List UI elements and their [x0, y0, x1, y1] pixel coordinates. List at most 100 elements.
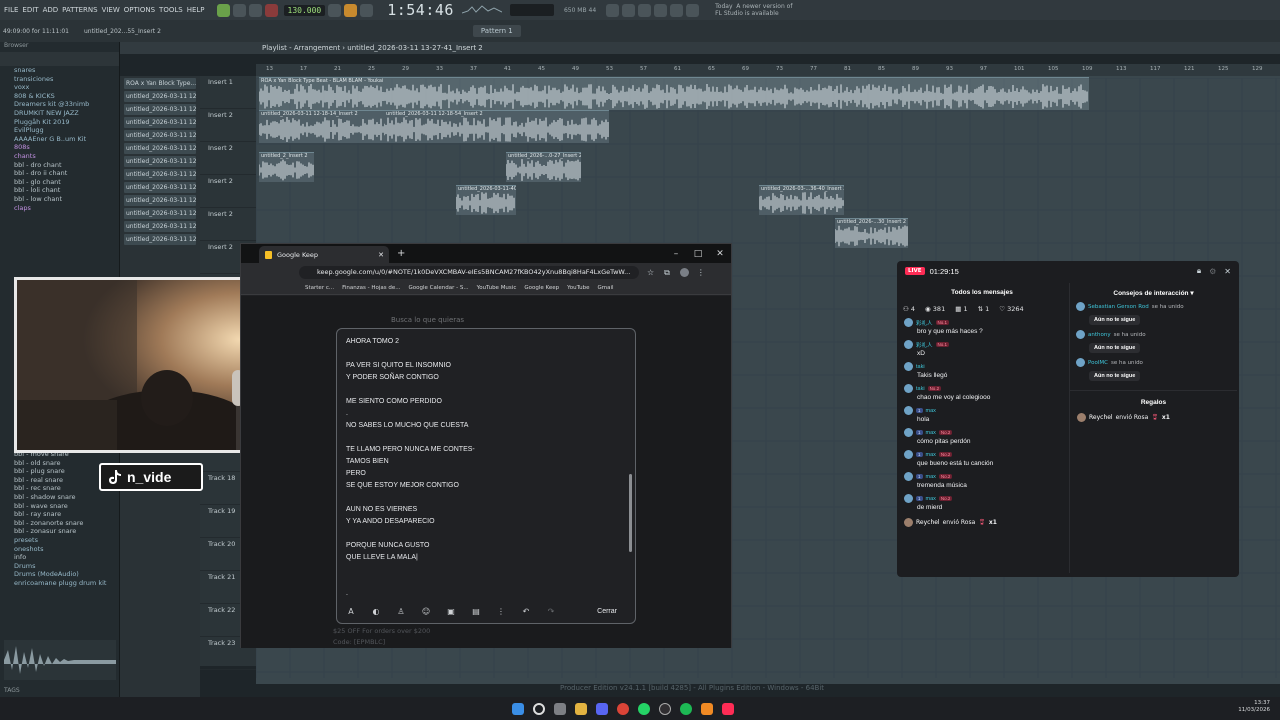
- pattern-item[interactable]: untitled_2026-03-11 12-...: [124, 208, 196, 219]
- file-explorer-icon[interactable]: [575, 702, 587, 715]
- channel-rack-icon[interactable]: [622, 3, 636, 17]
- chat-username[interactable]: max: [926, 474, 936, 480]
- vocal-clip-7[interactable]: untitled_2026-...30_Insert 2: [834, 218, 908, 248]
- bookmark-item[interactable]: Finanzas - Hojas de...: [342, 285, 400, 291]
- settings-icon[interactable]: ⚙: [1209, 267, 1216, 276]
- redo-icon[interactable]: ↷: [545, 607, 557, 616]
- keep-search-input[interactable]: Busca lo que quieras: [391, 316, 464, 324]
- add-image-icon[interactable]: ▣: [445, 607, 457, 616]
- pattern-item[interactable]: untitled_2026-03-11 12-...: [124, 156, 196, 167]
- browser-folder[interactable]: EvilPlugg: [14, 126, 119, 135]
- whatsapp-icon[interactable]: [638, 702, 650, 715]
- browser-folder[interactable]: presets: [14, 536, 120, 545]
- piano-roll-icon[interactable]: [638, 3, 652, 17]
- avatar[interactable]: [904, 494, 913, 503]
- close-panel-icon[interactable]: ✕: [1224, 267, 1231, 276]
- collaborator-icon[interactable]: ☺: [420, 607, 432, 616]
- tempo-display[interactable]: 130.000: [283, 4, 326, 16]
- menu-item-file[interactable]: FILE: [4, 6, 18, 14]
- chat-username[interactable]: 彩礼人: [916, 341, 933, 349]
- vocal-clip-1[interactable]: untitled_2026-03-11 12-18-14_Insert 2: [258, 110, 384, 143]
- browser-folder[interactable]: oneshots: [14, 545, 120, 554]
- note-body-text[interactable]: AHORA TOMO 2 PA VER SI QUITO EL INSOMNIO Y…: [346, 336, 626, 597]
- timeline-ruler[interactable]: 13 17 21 25 29 33 37 41 45 49 53 57 61 65 69 73 77 81 85 89…: [256, 64, 1280, 76]
- play-button[interactable]: [232, 3, 246, 17]
- pattern-song-toggle[interactable]: [216, 3, 230, 17]
- browser-file[interactable]: bbl - wave snare: [14, 502, 120, 511]
- chat-message[interactable]: taki No.2 chao me voy al colegiooo: [897, 384, 1067, 401]
- browser-folder[interactable]: AAAAEner G B..um Kit: [14, 135, 119, 144]
- spotify-icon[interactable]: [680, 702, 692, 715]
- browser-folder[interactable]: 808 & KICKS: [14, 92, 119, 101]
- track-header[interactable]: Insert 2: [200, 175, 256, 208]
- chat-username[interactable]: max: [926, 408, 936, 414]
- reminder-icon[interactable]: ♙: [395, 607, 407, 616]
- chevron-down-icon[interactable]: ▾: [1190, 290, 1193, 297]
- vocal-clip-4[interactable]: untitled_2026-...0-27_Insert 2: [505, 152, 581, 182]
- record-button[interactable]: [264, 3, 278, 17]
- address-bar[interactable]: keep.google.com/u/0/#NOTE/1k0DeVXCMBAV-e…: [299, 266, 639, 279]
- browser-folder[interactable]: Pluggåh Kit 2019: [14, 118, 119, 127]
- chat-message[interactable]: 1 max No.2 cómo pitas perdón: [897, 428, 1067, 445]
- loop-record-icon[interactable]: [344, 3, 358, 17]
- browser-file[interactable]: bbl - low chant: [14, 195, 119, 204]
- countdown-icon[interactable]: [360, 3, 374, 17]
- track-header[interactable]: Insert 2: [200, 142, 256, 175]
- keep-note-editor[interactable]: AHORA TOMO 2 PA VER SI QUITO EL INSOMNIO Y…: [336, 328, 636, 624]
- profile-avatar[interactable]: [679, 268, 689, 277]
- tiktok-live-studio-icon[interactable]: [722, 702, 734, 715]
- avatar[interactable]: [904, 450, 913, 459]
- bookmark-item[interactable]: YouTube: [567, 285, 589, 291]
- chrome-icon[interactable]: [617, 702, 629, 715]
- chat-message[interactable]: 1 max No.2 que bueno está tu canción: [897, 450, 1067, 467]
- task-view-icon[interactable]: [554, 702, 566, 715]
- follow-back-button[interactable]: Aún no te sigue: [1089, 315, 1141, 325]
- metronome-icon[interactable]: [328, 3, 342, 17]
- pattern-item[interactable]: untitled_2026-03-11 12-...: [124, 104, 196, 115]
- browser-file[interactable]: bbl - glo chant: [14, 178, 119, 187]
- pattern-item[interactable]: untitled_2026-03-11 12-...: [124, 221, 196, 232]
- browser-file[interactable]: bbl - zonasur snare: [14, 527, 120, 536]
- discord-icon[interactable]: [596, 702, 608, 715]
- more-options-icon[interactable]: ⋮: [495, 607, 507, 616]
- mixer-icon[interactable]: [606, 3, 620, 17]
- avatar[interactable]: [1076, 358, 1085, 367]
- browser-folder[interactable]: snares: [14, 66, 119, 75]
- browser-file[interactable]: bbl - shadow snare: [14, 493, 120, 502]
- close-note-button[interactable]: Cerrar: [597, 608, 617, 615]
- follower-name[interactable]: PoolMC: [1088, 360, 1108, 366]
- browser-folder[interactable]: DRUMKIT NEW JAZZ: [14, 109, 119, 118]
- menu-item-edit[interactable]: EDIT: [22, 6, 38, 14]
- bookmark-item[interactable]: Gmail: [597, 285, 613, 291]
- close-window-button[interactable]: ✕: [709, 249, 731, 259]
- avatar[interactable]: [1076, 302, 1085, 311]
- bookmark-item[interactable]: YouTube Music: [477, 285, 517, 291]
- avatar[interactable]: [904, 362, 913, 371]
- plugin-picker-icon[interactable]: [670, 3, 684, 17]
- pattern-item[interactable]: untitled_2026-03-11 12-...: [124, 169, 196, 180]
- chat-username[interactable]: max: [926, 452, 936, 458]
- avatar[interactable]: [904, 318, 913, 327]
- chat-username[interactable]: taki: [916, 386, 925, 392]
- stop-button[interactable]: [248, 3, 262, 17]
- windows-start-icon[interactable]: [512, 702, 524, 715]
- browser-folder[interactable]: enricoamane plugg drum kit: [14, 579, 120, 588]
- browser-folder[interactable]: claps: [14, 204, 119, 213]
- beat-audio-clip[interactable]: ROA x Yan Block Type Beat - BLAM BLAM - …: [258, 77, 1089, 110]
- follower-name[interactable]: anthony: [1088, 332, 1111, 338]
- chat-message[interactable]: taki Takis llegó: [897, 362, 1067, 379]
- menu-item-add[interactable]: ADD: [43, 6, 59, 14]
- bookmark-item[interactable]: Starter c...: [305, 285, 334, 291]
- follower-name[interactable]: Sebastian Gerson Rod: [1088, 304, 1149, 310]
- browser-file[interactable]: bbl - dro ii chant: [14, 169, 119, 178]
- menu-item-tools[interactable]: TOOLS: [159, 6, 183, 14]
- vocal-clip-3[interactable]: untitled_2_Insert 2: [258, 152, 314, 182]
- chat-username[interactable]: max: [926, 496, 936, 502]
- undo-icon[interactable]: ↶: [520, 607, 532, 616]
- formatting-icon[interactable]: A: [345, 607, 357, 616]
- tab-google-keep[interactable]: Google Keep ✕: [259, 246, 389, 263]
- help-icon[interactable]: [686, 3, 700, 17]
- browser-folder[interactable]: Drums: [14, 562, 120, 571]
- avatar[interactable]: [904, 384, 913, 393]
- vocal-clip-2[interactable]: untitled_2026-03-11 12-18-54_Insert 2: [383, 110, 609, 143]
